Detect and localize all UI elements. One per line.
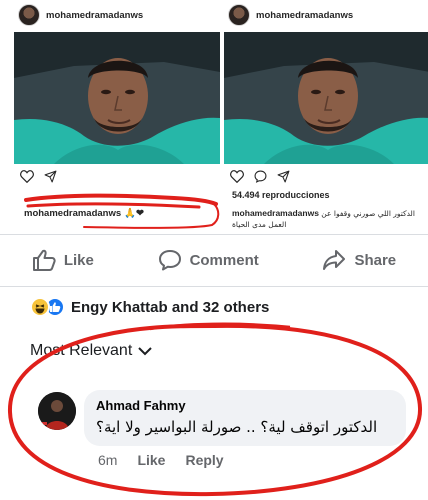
sort-label: Most Relevant: [30, 342, 133, 359]
post-header: mohamedramadanws: [228, 2, 353, 28]
like-button[interactable]: Like: [32, 249, 94, 271]
instagram-post-right: mohamedramadanws 54.494 reproducciones m…: [224, 0, 428, 232]
avatar[interactable]: [38, 392, 76, 430]
avatar: [18, 4, 40, 26]
post-actions: [230, 170, 290, 183]
post-caption: mohamedramadanws الدكتور اللي صورني وقفو…: [232, 208, 428, 230]
divider: [0, 234, 428, 235]
send-icon[interactable]: [277, 170, 290, 183]
instagram-screenshots: mohamedramadanws mohamedramadanws 🙏❤ moh…: [0, 0, 428, 232]
view-count: 54.494 reproducciones: [232, 190, 330, 200]
send-icon[interactable]: [44, 170, 57, 183]
share-label: Share: [354, 251, 397, 269]
avatar: [228, 4, 250, 26]
post-caption: mohamedramadanws 🙏❤: [24, 208, 144, 219]
comment-label: Comment: [189, 251, 259, 269]
comment-like-button[interactable]: Like: [137, 452, 165, 468]
comment-icon: [158, 250, 181, 271]
divider: [0, 286, 428, 287]
instagram-post-left: mohamedramadanws mohamedramadanws 🙏❤: [14, 0, 220, 232]
heart-icon[interactable]: [20, 170, 34, 183]
post-photo: [224, 32, 428, 164]
thumbs-up-icon: [32, 249, 56, 271]
reactions-summary[interactable]: Engy Khattab and 32 others: [30, 296, 269, 318]
like-label: Like: [63, 251, 94, 269]
profile-picture: [38, 392, 76, 430]
comment-meta: 6m Like Reply: [98, 452, 224, 468]
caption-username: mohamedramadanws: [232, 208, 319, 218]
comment-button[interactable]: Comment: [158, 249, 259, 271]
post-username: mohamedramadanws: [46, 9, 144, 21]
chevron-down-icon: [138, 346, 152, 355]
post-header: mohamedramadanws: [18, 2, 143, 28]
heart-icon[interactable]: [230, 170, 244, 183]
post-username: mohamedramadanws: [256, 9, 354, 21]
comment-time: 6m: [98, 452, 118, 468]
comment-sort-dropdown[interactable]: Most Relevant: [30, 342, 152, 360]
comment-reply-button[interactable]: Reply: [185, 452, 223, 468]
share-button[interactable]: Share: [322, 249, 396, 271]
selfie-image: [14, 32, 220, 164]
comment-text: الدكتور اتوقف لية؟ .. صورلة البواسير ولا…: [96, 418, 378, 436]
share-icon: [323, 250, 346, 270]
caption-username: mohamedramadanws: [24, 208, 122, 219]
comment-bubble-icon[interactable]: [254, 170, 267, 183]
post-actions: [20, 170, 57, 183]
comment-author[interactable]: Ahmad Fahmy: [96, 398, 186, 413]
post-photo: [14, 32, 220, 164]
post-action-bar: Like Comment Share: [0, 240, 428, 280]
reactions-text: Engy Khattab and 32 others: [71, 298, 270, 316]
caption-emoji: 🙏❤: [124, 208, 144, 219]
haha-reaction-icon: [30, 297, 50, 317]
selfie-image: [224, 32, 428, 164]
